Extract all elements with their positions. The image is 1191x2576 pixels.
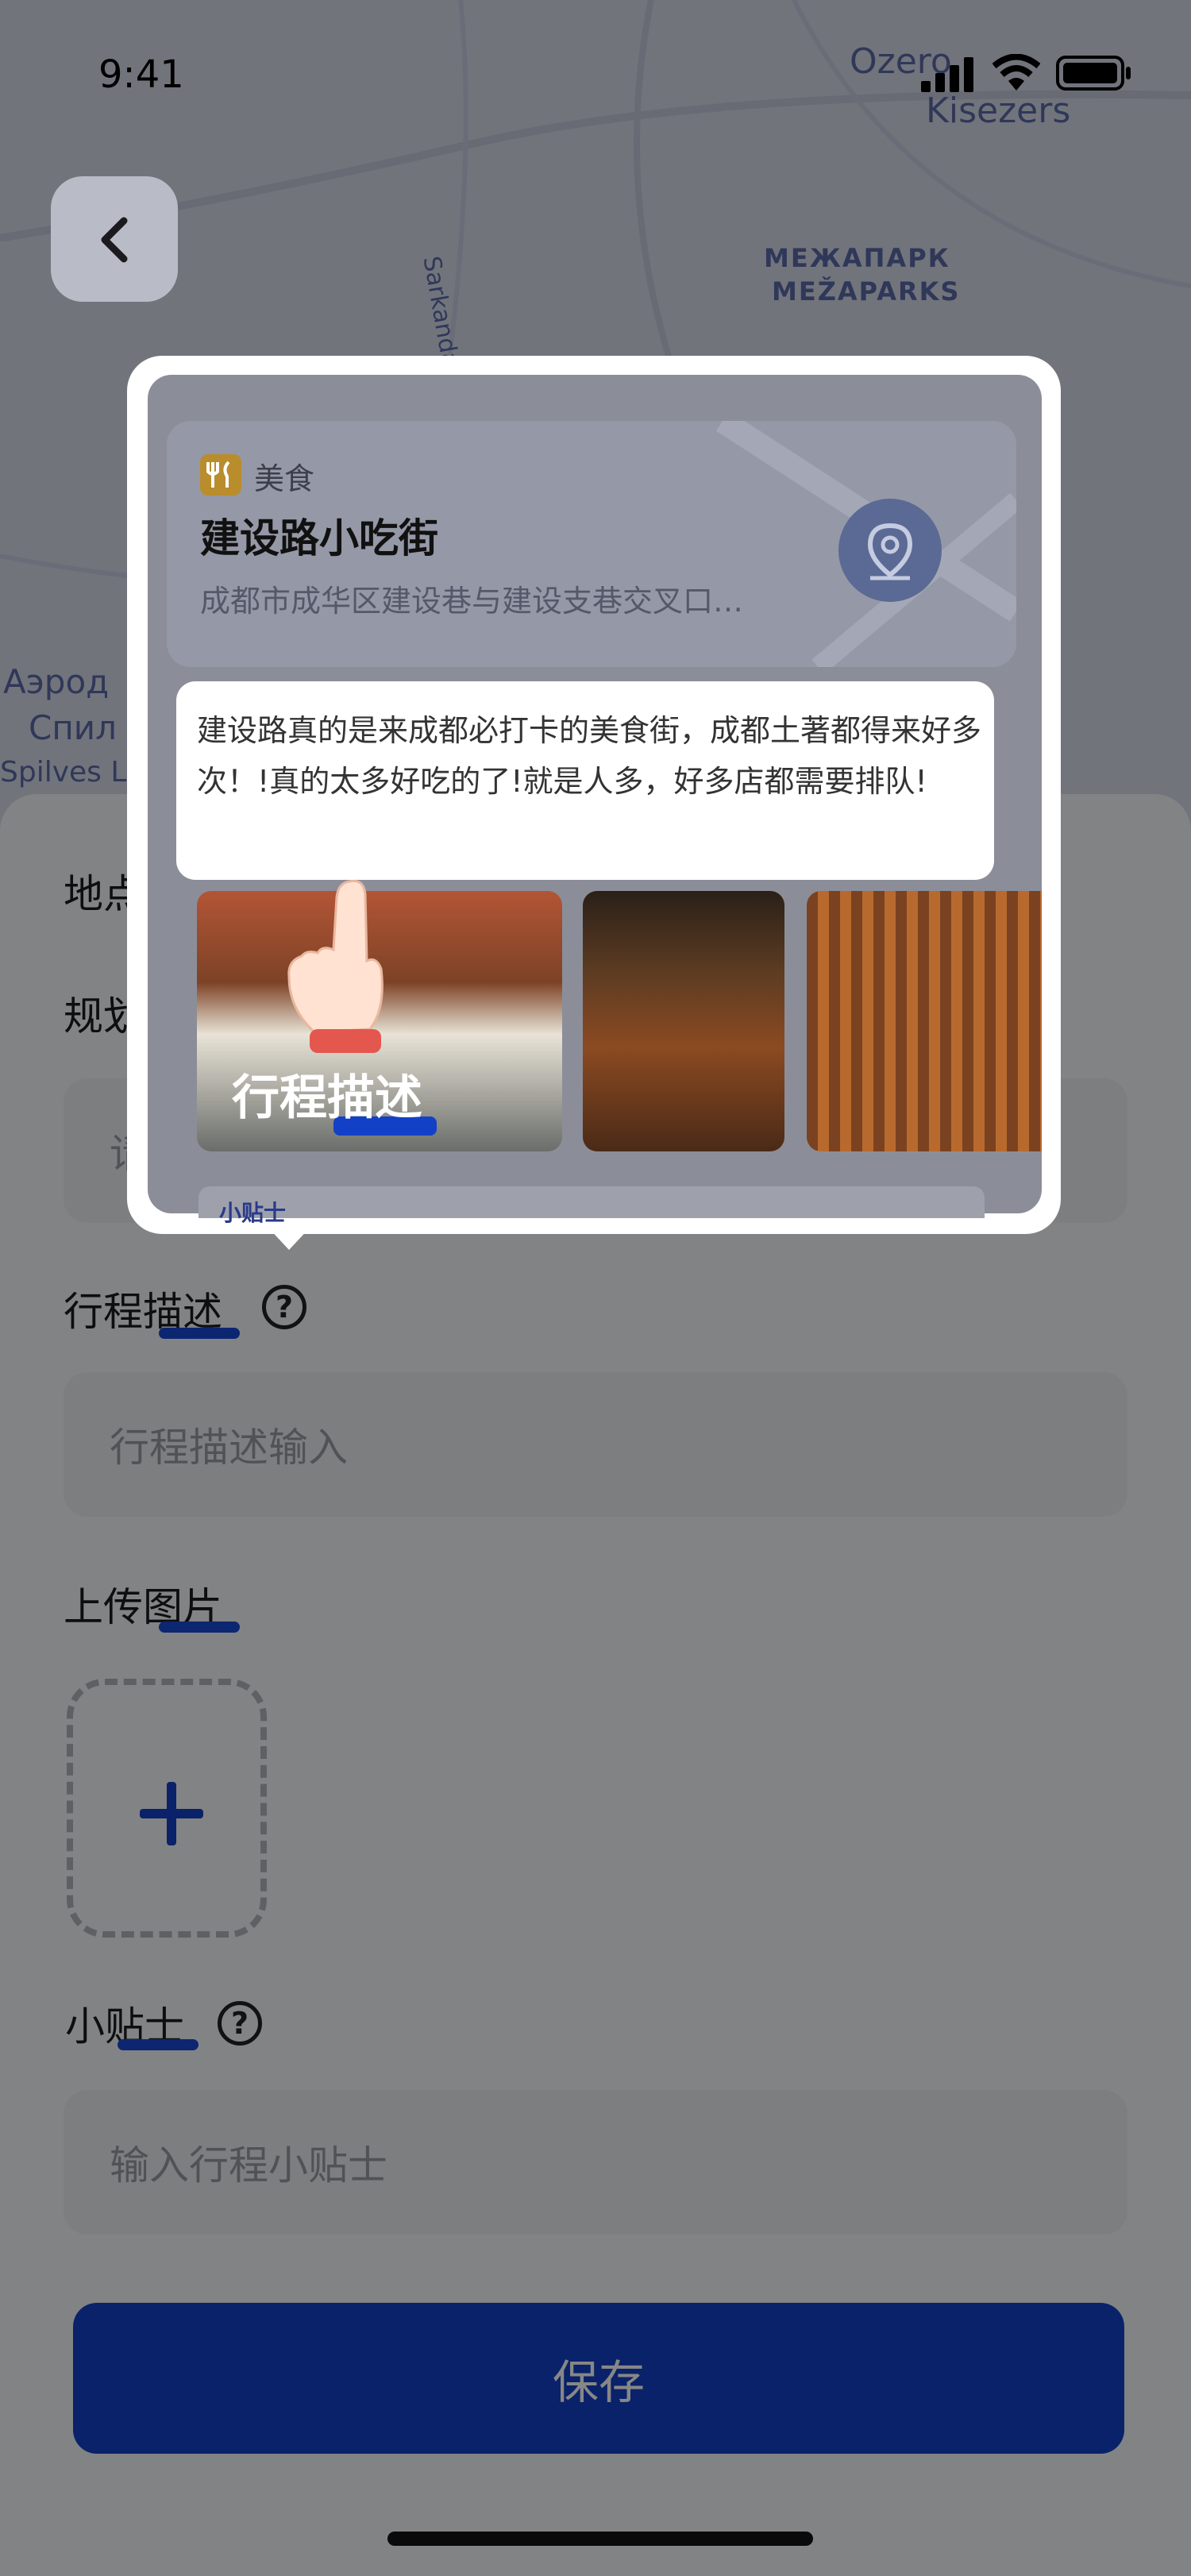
food-photo-3	[807, 891, 1042, 1151]
highlight-label: 行程描述	[232, 1070, 422, 1126]
back-button[interactable]	[51, 176, 178, 302]
pointing-hand-icon	[287, 879, 384, 1053]
wifi-icon	[992, 54, 1040, 91]
poi-address: 成都市成华区建设巷与建设支巷交叉口…	[200, 584, 744, 619]
status-time: 9:41	[98, 52, 184, 97]
battery-icon	[1056, 56, 1131, 91]
poi-name: 建设路小吃街	[200, 515, 438, 561]
location-pin-icon[interactable]	[838, 499, 942, 602]
poi-card: 美食 建设路小吃街 成都市成华区建设巷与建设支巷交叉口…	[167, 421, 1016, 667]
back-chevron-icon	[101, 217, 128, 263]
cellular-signal-icon	[921, 57, 973, 92]
guide-popup-pointer	[267, 1226, 311, 1250]
next-section-preview: 小贴士	[198, 1186, 985, 1226]
poi-category: 美食	[254, 461, 315, 496]
fork-knife-icon	[200, 454, 241, 496]
home-indicator	[387, 2532, 813, 2546]
description-tooltip-text: 建设路真的是来成都必打卡的美食街，成都土著都得来好多次！!真的太多好吃的了!就是…	[197, 713, 982, 799]
next-section-label: 小贴士	[219, 1200, 287, 1226]
food-photo-2	[583, 891, 784, 1151]
